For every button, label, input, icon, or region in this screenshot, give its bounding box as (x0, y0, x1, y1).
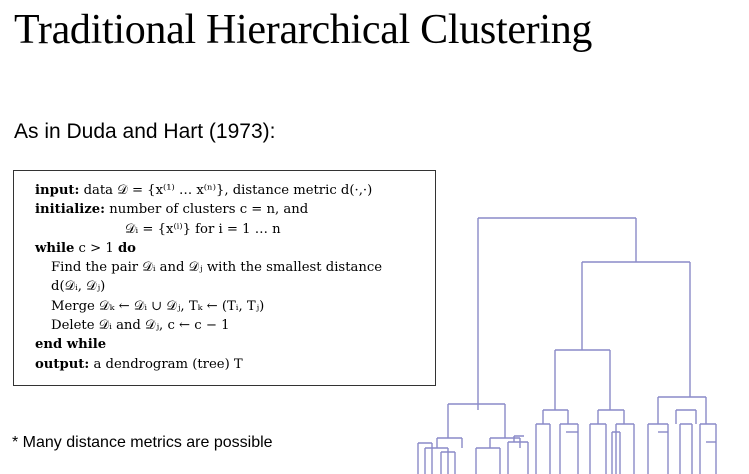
dendrogram-branch (489, 437, 521, 448)
dendrogram-branch (477, 217, 637, 410)
dendrogram-branch (436, 437, 463, 448)
dendrogram-branch (513, 435, 524, 442)
dendrogram-branch (542, 409, 569, 424)
dendrogram-branch (699, 423, 717, 474)
dendrogram-branch (507, 441, 529, 474)
dendrogram-branch (675, 409, 697, 424)
dendrogram-branch (535, 423, 551, 474)
dendrogram-branch (475, 447, 501, 474)
dendrogram-branch (597, 409, 625, 424)
dendrogram-branch (581, 261, 691, 397)
dendrogram-branch (447, 403, 506, 438)
footnote: * Many distance metrics are possible (12, 434, 273, 451)
dendrogram-branch (554, 349, 611, 410)
dendrogram-branch (589, 423, 607, 474)
dendrogram-tree (417, 217, 717, 474)
dendrogram-branch (679, 423, 693, 474)
